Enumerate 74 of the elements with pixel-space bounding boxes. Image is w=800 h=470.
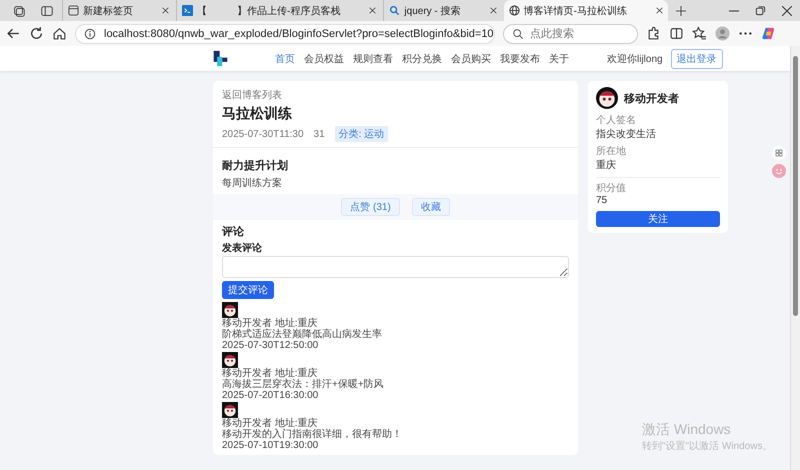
close-icon[interactable]	[782, 6, 792, 16]
post-date: 2025-07-30T11:30	[222, 128, 304, 140]
page-icon	[68, 5, 79, 16]
grid-icon[interactable]	[772, 146, 786, 160]
field-value: 指尖改变生活	[596, 128, 656, 141]
info-icon[interactable]	[84, 28, 96, 40]
comment-label: 发表评论	[222, 242, 262, 255]
back-icon[interactable]	[6, 26, 21, 41]
avatar-icon	[222, 302, 238, 318]
search-icon	[389, 5, 400, 16]
comment-author: 移动开发者 地址:重庆	[222, 318, 318, 329]
reload-icon[interactable]	[29, 26, 44, 41]
author-name: 移动开发者	[624, 92, 679, 106]
comment-text: 移动开发的入门指南很详细，很有帮助！	[222, 429, 402, 440]
nav-link[interactable]: 会员权益	[304, 52, 344, 66]
avatar-icon	[222, 402, 238, 418]
comments-heading: 评论	[222, 224, 244, 239]
address-bar[interactable]: localhost:8080/qnwb_war_exploded/BloginfoServlet?pro=selectBloginfo&bid=10	[75, 24, 495, 44]
tab-actions-icon[interactable]	[40, 4, 54, 18]
workspaces-icon[interactable]	[12, 4, 26, 18]
comment-text: 高海拔三层穿衣法：排汗+保暖+防风	[222, 379, 384, 390]
follow-button[interactable]: 关注	[596, 211, 720, 227]
field-value: 重庆	[596, 158, 616, 172]
profile-icon[interactable]	[715, 26, 730, 41]
new-tab-icon[interactable]	[676, 6, 686, 16]
copilot-icon[interactable]	[761, 26, 776, 41]
search-icon	[512, 28, 524, 40]
logout-button[interactable]: 退出登录	[670, 48, 723, 68]
nav-link[interactable]: 积分兑换	[402, 52, 442, 66]
favorite-button[interactable]: 收藏	[412, 198, 450, 216]
terminal-icon	[182, 5, 194, 16]
logo-icon	[212, 50, 229, 67]
favorites-icon[interactable]	[692, 26, 707, 41]
like-button[interactable]: 点赞 (31)	[341, 198, 400, 216]
close-icon[interactable]	[656, 7, 663, 14]
nav-link[interactable]: 首页	[275, 52, 295, 66]
nav-link[interactable]: 规则查看	[353, 52, 393, 66]
post-title: 马拉松训练	[222, 105, 293, 123]
category-tag: 分类: 运动	[334, 126, 388, 142]
nav-link[interactable]: 关于	[549, 52, 569, 66]
search-field[interactable]: 点此搜索	[503, 24, 638, 44]
comment-time: 2025-07-10T19:30:00	[222, 440, 318, 451]
close-icon[interactable]	[490, 7, 497, 14]
restore-icon[interactable]	[754, 5, 766, 16]
close-icon[interactable]	[369, 7, 376, 14]
split-screen-icon[interactable]	[669, 26, 684, 41]
scrollbar[interactable]	[790, 46, 800, 470]
field-label: 个人签名	[596, 114, 636, 127]
submit-comment-button[interactable]: 提交评论	[222, 281, 274, 299]
nav-link[interactable]: 我要发布	[500, 52, 540, 66]
post-subtitle: 耐力提升计划	[222, 158, 289, 173]
close-icon[interactable]	[162, 7, 170, 14]
post-body: 每周训练方案	[222, 176, 283, 190]
welcome-text: 欢迎你lijlong	[607, 52, 663, 66]
home-icon[interactable]	[52, 26, 67, 41]
avatar-icon	[222, 352, 238, 368]
comment-text: 阶梯式适应法登巅降低高山病发生率	[222, 329, 382, 340]
score-label: 积分值	[596, 182, 626, 195]
view-count: 31	[314, 128, 325, 140]
field-label: 所在地	[596, 144, 626, 158]
back-link[interactable]: 返回博客列表	[222, 88, 569, 102]
comment-input[interactable]	[222, 256, 569, 278]
globe-icon	[508, 5, 520, 16]
comment-time: 2025-07-30T12:50:00	[222, 340, 318, 351]
browser-tab[interactable]: 博客详情页-马拉松训练	[504, 0, 668, 21]
comment-author: 移动开发者 地址:重庆	[222, 368, 318, 379]
comment-author: 移动开发者 地址:重庆	[222, 418, 318, 429]
nav-link[interactable]: 会员购买	[451, 52, 491, 66]
score-value: 75	[596, 195, 608, 206]
activation-hint: 转到"设置"以激活 Windows。	[642, 440, 772, 453]
comment-time: 2025-07-20T16:30:00	[222, 390, 318, 401]
extensions-icon[interactable]	[646, 26, 661, 41]
activation-title: 激活 Windows	[642, 421, 732, 439]
avatar-icon	[596, 87, 618, 109]
